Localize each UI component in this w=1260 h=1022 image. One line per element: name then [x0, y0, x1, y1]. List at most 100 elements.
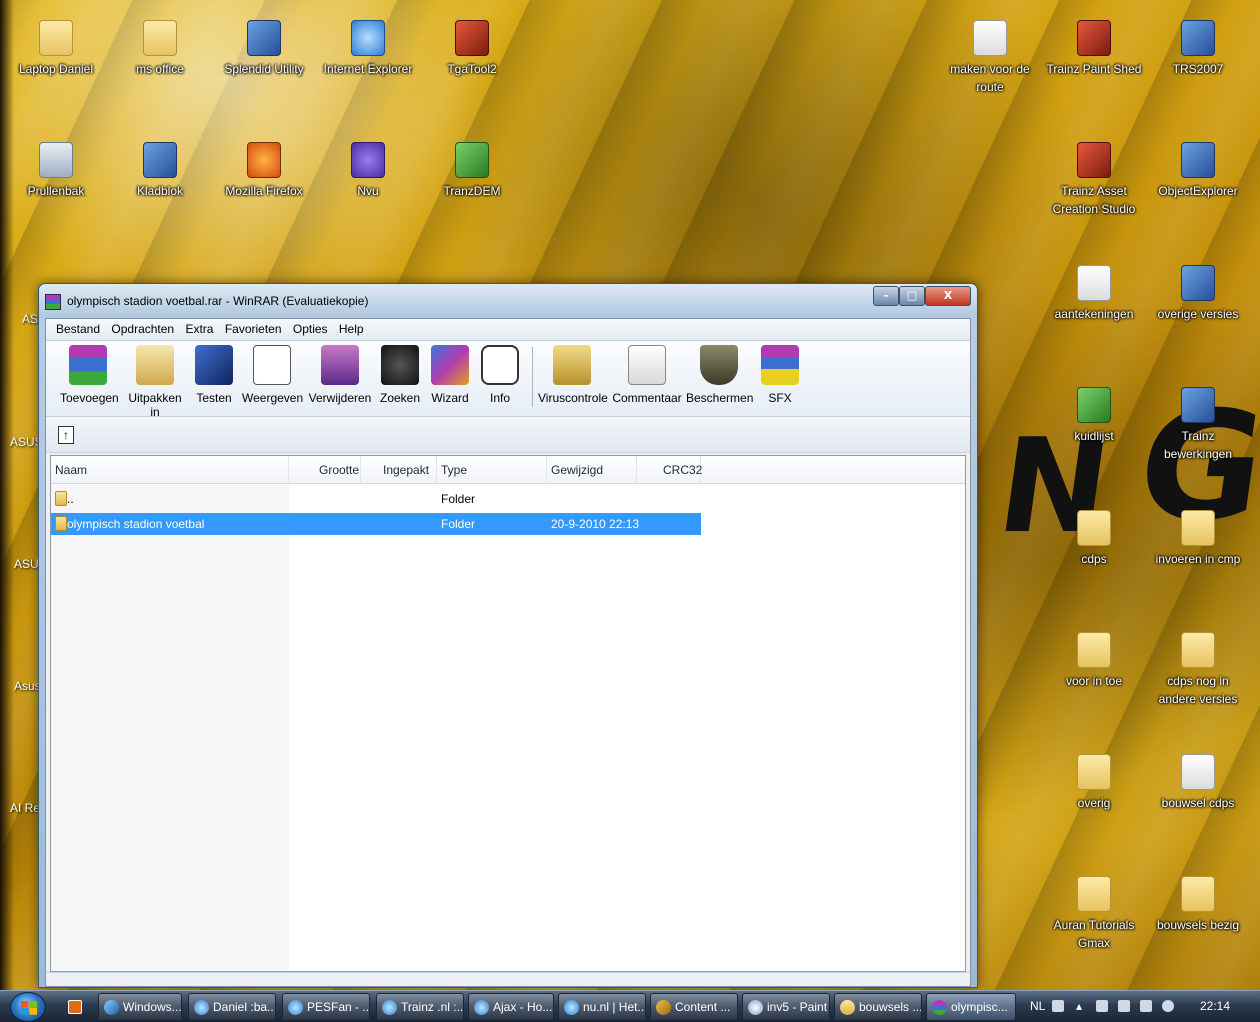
desktop-icon-bouwsels-bezig[interactable]: bouwsels bezig: [1148, 876, 1248, 934]
desktop-icon-splendid-utility[interactable]: Splendid Utility: [214, 20, 314, 78]
desktop-icon-kladblok[interactable]: Kladblok: [110, 142, 210, 200]
taskbar-button-bouwsels[interactable]: bouwsels ...: [834, 993, 922, 1021]
column-header-modified[interactable]: Gewijzigd: [547, 456, 637, 484]
desktop-icon-label: bouwsel cdps: [1161, 796, 1235, 810]
desktop-icon-trainz-asset-creation-studio[interactable]: Trainz Asset Creation Studio: [1044, 142, 1144, 218]
clock[interactable]: 22:14: [1200, 999, 1230, 1013]
view-icon: [253, 345, 291, 385]
close-button[interactable]: X: [925, 286, 971, 306]
desktop-icon-trs2007[interactable]: TRS2007: [1148, 20, 1248, 78]
toolbar-virus-scan-button[interactable]: Viruscontrole: [538, 343, 608, 413]
language-indicator[interactable]: NL: [1030, 999, 1045, 1013]
desktop-icon-laptop-daniel[interactable]: Laptop Daniel: [6, 20, 106, 78]
content-icon: [656, 1000, 671, 1015]
asset-studio-icon: [1077, 142, 1111, 178]
taskbar: Windows... Daniel :ba... PESFan - ... Tr…: [0, 990, 1260, 1022]
shortcut-icon: [1181, 387, 1215, 423]
desktop-icon-trainz-paint-shed[interactable]: Trainz Paint Shed: [1044, 20, 1144, 78]
column-header-packed[interactable]: Ingepakt: [361, 456, 437, 484]
menu-favorieten[interactable]: Favorieten: [221, 319, 286, 339]
desktop-icon-label: invoeren in cmp: [1155, 552, 1241, 566]
taskbar-button-nunl[interactable]: nu.nl | Het...: [558, 993, 646, 1021]
desktop-icon-trainz-bewerkingen[interactable]: Trainz bewerkingen: [1148, 387, 1248, 463]
desktop-icon-cdps-nog-in-andere-versies[interactable]: cdps nog in andere versies: [1148, 632, 1248, 708]
desktop-icon-cdps[interactable]: cdps: [1044, 510, 1144, 568]
start-button[interactable]: [10, 992, 46, 1022]
menu-bestand[interactable]: Bestand: [52, 319, 104, 339]
minimize-button[interactable]: –: [873, 286, 899, 306]
menu-bar: Bestand Opdrachten Extra Favorieten Opti…: [46, 319, 970, 341]
flag-icon[interactable]: [1118, 1000, 1130, 1012]
column-header-type[interactable]: Type: [437, 456, 547, 484]
desktop-icon-kuidlijst[interactable]: kuidlijst: [1044, 387, 1144, 445]
windows-explorer-icon: [104, 1000, 119, 1015]
taskbar-button-daniel[interactable]: Daniel :ba...: [188, 993, 276, 1021]
table-row-selected[interactable]: olympisch stadion voetbal Folder 20-9-20…: [51, 513, 701, 535]
keyboard-icon[interactable]: [1052, 1000, 1064, 1012]
toolbar-label: Weergeven: [242, 391, 304, 405]
toolbar-wizard-button[interactable]: Wizard: [428, 343, 472, 413]
toolbar-delete-button[interactable]: Verwijderen: [308, 343, 372, 413]
desktop-icon-prullenbak[interactable]: Prullenbak: [6, 142, 106, 200]
column-header-name[interactable]: Naam: [51, 456, 289, 484]
toolbar-test-button[interactable]: Testen: [194, 343, 234, 413]
taskbar-button-trainz[interactable]: Trainz .nl :...: [376, 993, 464, 1021]
column-header-size[interactable]: Grootte: [289, 456, 361, 484]
desktop-icon-tranzdem[interactable]: TranzDEM: [422, 142, 522, 200]
desktop-icon-label: TgaTool2: [447, 62, 497, 76]
desktop-icon-overige-versies[interactable]: overige versies: [1148, 265, 1248, 323]
add-archive-icon: [69, 345, 107, 385]
toolbar-sfx-button[interactable]: SFX: [758, 343, 802, 413]
desktop-icon-overig[interactable]: overig: [1044, 754, 1144, 812]
network-icon[interactable]: [1140, 1000, 1152, 1012]
desktop-icon-label: overige versies: [1157, 307, 1239, 321]
row-type: Folder: [441, 517, 476, 531]
quick-launch-icon[interactable]: [68, 1000, 82, 1014]
menu-opties[interactable]: Opties: [289, 319, 332, 339]
trs2007-icon: [1181, 20, 1215, 56]
desktop-icon-invoeren-in-cmp[interactable]: invoeren in cmp: [1148, 510, 1248, 568]
toolbar-extract-button[interactable]: Uitpakken in: [122, 343, 188, 419]
toolbar-protect-button[interactable]: Beschermen: [686, 343, 753, 413]
taskbar-button-label: olympisc...: [951, 1000, 1008, 1014]
toolbar-add-button[interactable]: Toevoegen: [60, 343, 119, 413]
taskbar-button-content[interactable]: Content ...: [650, 993, 738, 1021]
menu-extra[interactable]: Extra: [181, 319, 217, 339]
desktop-icon-maken-voor-de-route[interactable]: maken voor de route: [940, 20, 1040, 96]
folder-icon: [55, 516, 67, 531]
desktop-icon-auran-tutorials-gmax[interactable]: Auran Tutorials Gmax: [1044, 876, 1144, 952]
window-titlebar[interactable]: olympisch stadion voetbal.rar - WinRAR (…: [39, 284, 977, 318]
desktop-icon-mozilla-firefox[interactable]: Mozilla Firefox: [214, 142, 314, 200]
menu-help[interactable]: Help: [335, 319, 368, 339]
desktop-icon-internet-explorer[interactable]: Internet Explorer: [318, 20, 418, 78]
up-one-level-button[interactable]: ↑: [58, 426, 74, 444]
show-hidden-icons-icon[interactable]: ▴: [1076, 999, 1082, 1013]
desktop-icon-tgatool2[interactable]: TgaTool2: [422, 20, 522, 78]
desktop-icon-label: bouwsels bezig: [1156, 918, 1240, 932]
desktop-icon-voor-in-toe[interactable]: voor in toe: [1044, 632, 1144, 690]
table-row[interactable]: .. Folder: [51, 488, 701, 510]
taskbar-button-pesfan[interactable]: PESFan - ...: [282, 993, 370, 1021]
desktop-icon-label: Trainz Asset Creation Studio: [1052, 184, 1136, 216]
desktop-icon-bouwsel-cdps[interactable]: bouwsel cdps: [1148, 754, 1248, 812]
column-header-crc32[interactable]: CRC32: [637, 456, 702, 484]
desktop-icon-aantekeningen[interactable]: aantekeningen: [1044, 265, 1144, 323]
toolbar-info-button[interactable]: Info: [478, 343, 522, 413]
toolbar-comment-button[interactable]: Commentaar: [612, 343, 682, 413]
toolbar-view-button[interactable]: Weergeven: [242, 343, 304, 413]
windows-logo-icon: [21, 1001, 37, 1015]
maximize-button[interactable]: □: [899, 286, 925, 306]
taskbar-button-winrar[interactable]: olympisc...: [926, 993, 1016, 1021]
volume-icon[interactable]: [1162, 1000, 1174, 1012]
desktop-icon-nvu[interactable]: Nvu: [318, 142, 418, 200]
taskbar-button-windows[interactable]: Windows...: [98, 993, 182, 1021]
internet-explorer-icon: [564, 1000, 579, 1015]
safely-remove-icon[interactable]: [1096, 1000, 1108, 1012]
internet-explorer-icon: [288, 1000, 303, 1015]
desktop-icon-ms-office[interactable]: ms office: [110, 20, 210, 78]
menu-opdrachten[interactable]: Opdrachten: [107, 319, 178, 339]
desktop-icon-objectexplorer[interactable]: ObjectExplorer: [1148, 142, 1248, 200]
toolbar-find-button[interactable]: Zoeken: [378, 343, 422, 413]
taskbar-button-ajax[interactable]: Ajax - Ho...: [468, 993, 554, 1021]
taskbar-button-paint[interactable]: inv5 - Paint: [742, 993, 830, 1021]
